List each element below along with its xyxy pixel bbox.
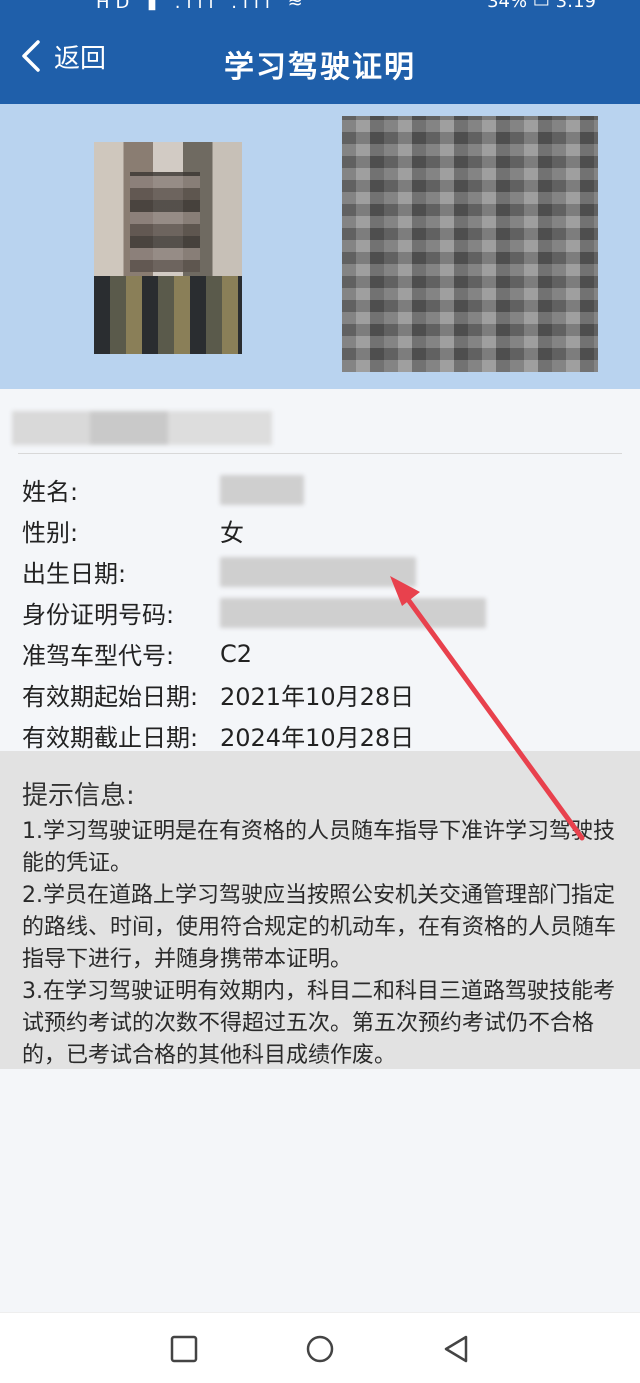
field-row-id-number: 身份证明号码: [22, 592, 622, 633]
field-label: 有效期截止日期: [22, 724, 199, 752]
photo-face-pixelated [130, 172, 200, 272]
field-value: 女 [220, 519, 244, 547]
tip-item: 1.学习驾驶证明是在有资格的人员随车指导下准许学习驾驶技能的凭证。 [22, 819, 615, 876]
field-row-birthdate: 出生日期: [22, 551, 622, 592]
tips-title: 提示信息: [22, 781, 135, 811]
status-left: HD ▮ .ıll .ıll ≈ [96, 0, 309, 12]
field-row-valid-to: 有效期截止日期: 2024年10月28日 [22, 715, 622, 756]
field-row-vehicle-class: 准驾车型代号: C2 [22, 633, 622, 674]
field-row-name: 姓名: [22, 469, 622, 510]
field-label: 准驾车型代号: [22, 642, 175, 670]
redacted-birthdate [220, 556, 416, 587]
status-bar: HD ▮ .ıll .ıll ≈ 34% ▭ 3:19 [0, 0, 640, 12]
field-label: 有效期起始日期: [22, 683, 199, 711]
field-value: C2 [220, 639, 253, 668]
divider [18, 453, 622, 454]
field-label: 身份证明号码: [22, 601, 175, 629]
field-list: 姓名: 性别: 女 出生日期: 身份证明号码: 准驾车型代号: C2 有效期起始… [22, 469, 622, 756]
redacted-id-number [220, 597, 486, 628]
field-label: 性别: [22, 519, 79, 547]
field-row-valid-from: 有效期起始日期: 2021年10月28日 [22, 674, 622, 715]
field-label: 出生日期: [22, 560, 127, 588]
tip-item: 3.在学习驾驶证明有效期内，科目二和科目三道路驾驶技能考试预约考试的次数不得超过… [22, 979, 615, 1068]
status-right: 34% ▭ 3:19 [487, 0, 596, 12]
photo-qr-band [0, 104, 640, 389]
redacted-certificate-number [12, 411, 272, 445]
photo-body-pixelated [94, 276, 242, 354]
circle-icon[interactable] [304, 1333, 336, 1365]
field-value: 2024年10月28日 [220, 724, 415, 752]
system-navigation-bar [0, 1312, 640, 1383]
field-value: 2021年10月28日 [220, 683, 415, 711]
tips-panel: 提示信息: 1.学习驾驶证明是在有资格的人员随车指导下准许学习驾驶技能的凭证。 … [0, 751, 640, 1069]
qr-code-pixelated [342, 116, 598, 372]
certificate-details: 姓名: 性别: 女 出生日期: 身份证明号码: 准驾车型代号: C2 有效期起始… [0, 389, 640, 752]
redacted-name [220, 474, 304, 505]
applicant-photo [94, 142, 242, 354]
square-icon[interactable] [168, 1333, 200, 1365]
triangle-back-icon[interactable] [440, 1333, 472, 1365]
tip-item: 2.学员在道路上学习驾驶应当按照公安机关交通管理部门指定的路线、时间，使用符合规… [22, 883, 617, 972]
top-navigation-bar: 返回 学习驾驶证明 [0, 12, 640, 104]
page-title: 学习驾驶证明 [224, 50, 416, 85]
field-row-gender: 性别: 女 [22, 510, 622, 551]
field-label: 姓名: [22, 478, 79, 506]
